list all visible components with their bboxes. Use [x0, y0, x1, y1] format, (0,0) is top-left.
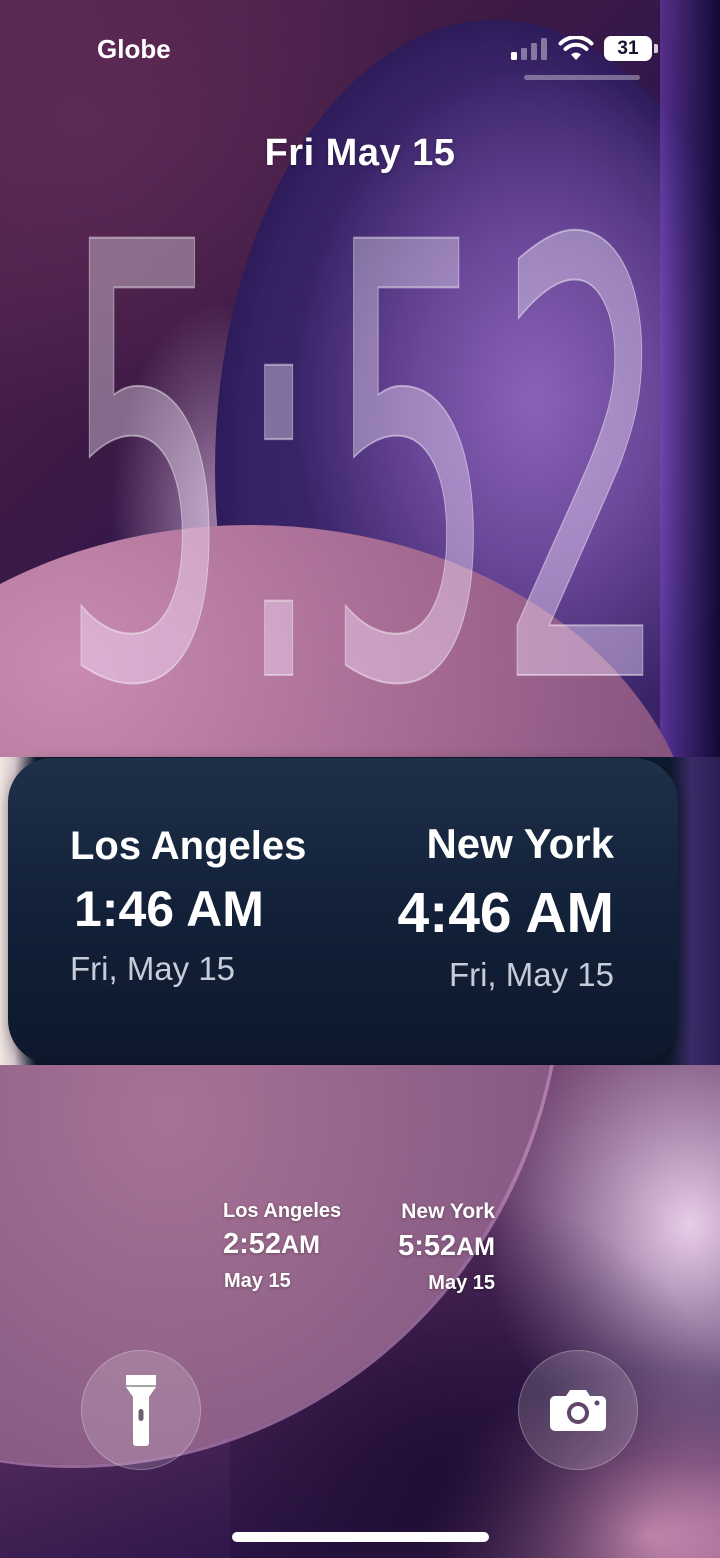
wallpaper-bottom: [0, 1065, 720, 1558]
camera-button[interactable]: [518, 1350, 638, 1470]
city-time: 4:46 AM: [397, 881, 614, 945]
battery-level: 31: [617, 37, 639, 59]
city-date: Fri, May 15: [448, 956, 614, 993]
city-time: 1:46 AM: [74, 881, 264, 937]
status-indicator-line: [524, 75, 640, 80]
world-clock-widget-large[interactable]: Los Angeles 1:46 AM Fri, May 15 New York…: [8, 758, 678, 1064]
flashlight-icon: [126, 1375, 156, 1446]
city-name: Los Angeles: [223, 1200, 342, 1222]
city-name: New York: [426, 820, 614, 867]
city-name: New York: [401, 1200, 495, 1223]
home-indicator[interactable]: [232, 1532, 489, 1542]
city-time: 2:52AM: [223, 1228, 320, 1260]
city-name: Los Angeles: [70, 824, 307, 868]
signal-icon: [511, 38, 547, 60]
flashlight-button[interactable]: [81, 1350, 201, 1470]
city-time: 5:52AM: [398, 1230, 495, 1262]
city-date: May 15: [224, 1270, 291, 1292]
city-date: May 15: [428, 1272, 495, 1294]
battery-icon: 31: [604, 36, 658, 61]
lock-screen-clock: 5:52: [59, 160, 671, 720]
world-clock-widget-small[interactable]: Los Angeles 2:52AM May 15 New York 5:52A…: [220, 1196, 500, 1306]
status-bar: Globe 31: [0, 0, 720, 100]
carrier-label: Globe: [97, 34, 171, 64]
lock-screen: Globe 31 Fri May 15 5:52 Los Angeles 1:4…: [0, 0, 720, 1558]
camera-icon: [550, 1390, 606, 1431]
city-date: Fri, May 15: [70, 950, 236, 987]
wifi-icon: [558, 36, 594, 60]
clock-time: 5:52: [60, 160, 670, 720]
